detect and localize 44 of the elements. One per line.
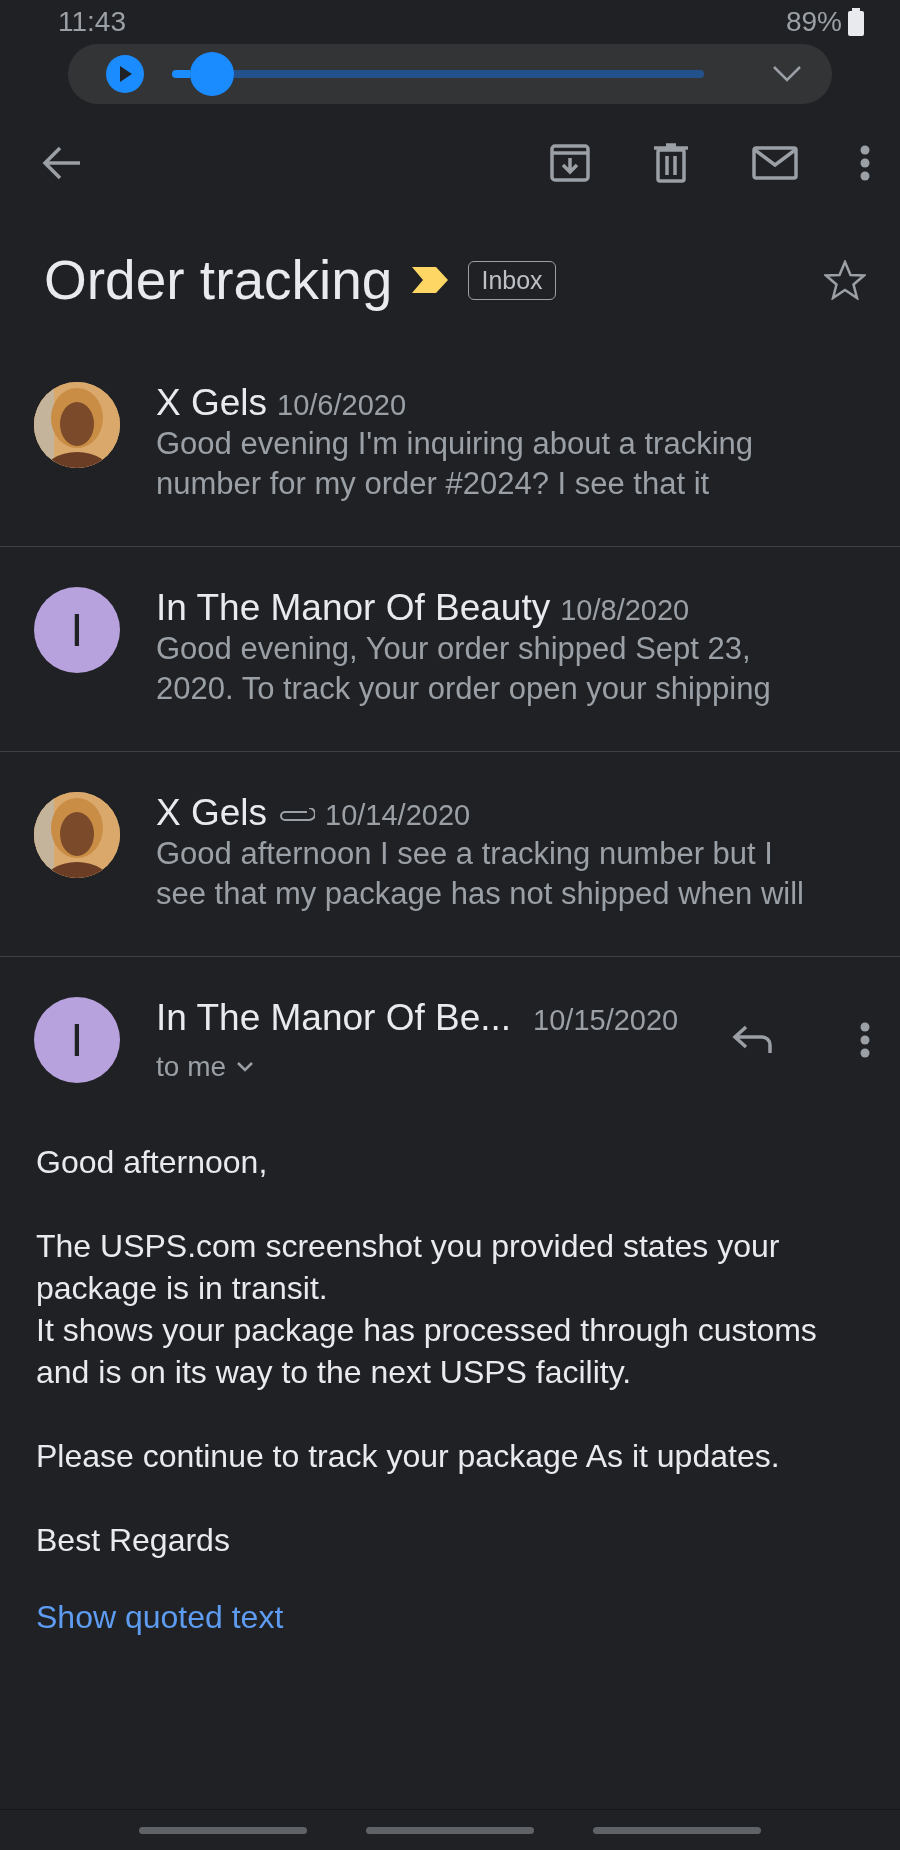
thread-title: Order tracking xyxy=(44,248,393,312)
nav-bar-handle[interactable] xyxy=(592,1826,761,1834)
show-quoted-text-link[interactable]: Show quoted text xyxy=(36,1599,284,1636)
message-date: 10/15/2020 xyxy=(533,1004,679,1037)
nav-bar-handle[interactable] xyxy=(139,1826,308,1834)
body-text: Good afternoon, xyxy=(36,1143,269,1182)
status-time: 11:43 xyxy=(58,6,126,38)
play-button[interactable] xyxy=(106,55,144,93)
message-snippet: Good afternoon I see a tracking number but I xyxy=(156,835,774,873)
avatar: I xyxy=(34,587,120,673)
body-text: It shows your package has processed through customs and is on its way to the next USPS facility. xyxy=(36,1311,818,1392)
body-text: Please continue to track your package As it updates. xyxy=(36,1437,781,1476)
message-item[interactable]: X Gels 10/14/2020 Good afternoon I see a tracking number but I see that my package has not shipped when will xyxy=(0,752,900,957)
message-snippet: see that my package has not shipped when will xyxy=(156,875,805,913)
message-snippet: Good evening I'm inquiring about a tracking xyxy=(156,425,754,463)
message-date: 10/8/2020 xyxy=(560,594,690,627)
battery-icon xyxy=(848,8,864,36)
recipient-text: to me xyxy=(156,1051,227,1083)
seek-thumb[interactable] xyxy=(190,52,234,96)
message-item[interactable]: I In The Manor Of Beauty 10/8/2020 Good evening, Your order shipped Sept 23, 2020. To track your order open your shipping xyxy=(0,547,900,752)
importance-marker-icon[interactable] xyxy=(412,267,449,293)
inbox-label[interactable]: Inbox xyxy=(468,260,556,300)
sender-name: In The Manor Of Be... xyxy=(156,997,512,1039)
more-icon xyxy=(860,1022,870,1058)
message-snippet: 2020. To track your order open your shipping xyxy=(156,670,772,708)
sender-name: In The Manor Of Beauty xyxy=(156,587,551,629)
sender-name: X Gels xyxy=(156,382,268,424)
message-snippet: Good evening, Your order shipped Sept 23, xyxy=(156,630,752,668)
battery-level: 89% xyxy=(785,6,842,38)
chevron-down-icon[interactable] xyxy=(772,65,802,83)
more-icon xyxy=(860,145,870,181)
message-item[interactable]: X Gels 10/6/2020 Good evening I'm inquiring about a tracking number for my order #2024? I see that it xyxy=(0,342,900,547)
seek-fill xyxy=(172,70,190,78)
message-date: 10/6/2020 xyxy=(277,389,407,422)
chevron-down-icon[interactable] xyxy=(236,1061,255,1073)
nav-bar-handle[interactable] xyxy=(366,1826,534,1834)
message-date: 10/14/2020 xyxy=(325,799,471,832)
play-icon xyxy=(117,65,133,83)
body-text: The USPS.com screenshot you provided states your package is in transit. xyxy=(36,1227,781,1308)
sender-name: X Gels xyxy=(156,792,268,834)
reply-icon xyxy=(732,1025,772,1055)
body-text: Best Regards xyxy=(36,1521,231,1560)
message-snippet: number for my order #2024? I see that it xyxy=(156,465,711,503)
avatar: I xyxy=(34,997,120,1083)
